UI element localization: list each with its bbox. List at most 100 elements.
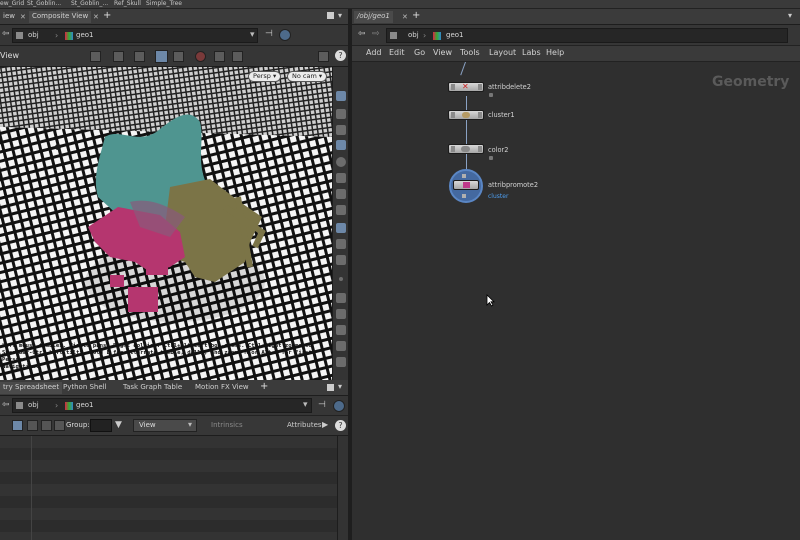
- dropdown-arrow-icon[interactable]: ▾: [303, 400, 308, 410]
- node-attribpromote2[interactable]: [449, 169, 483, 203]
- path-geo1[interactable]: geo1: [76, 401, 94, 409]
- node-label[interactable]: color2: [488, 146, 508, 154]
- pin-icon[interactable]: ⊣: [265, 29, 273, 39]
- transform-tool-icon[interactable]: [113, 51, 124, 62]
- camera-icon[interactable]: [232, 51, 243, 62]
- vertical-scrollbar[interactable]: [337, 436, 348, 540]
- link-icon[interactable]: [279, 29, 291, 41]
- shelf-tab[interactable]: Simple_Tree: [146, 0, 182, 7]
- detail-mode-icon[interactable]: [54, 420, 65, 431]
- node-label[interactable]: attribdelete2: [488, 83, 531, 91]
- pane-options-icon[interactable]: ▾: [338, 11, 342, 20]
- tab-scene-view[interactable]: iew: [0, 11, 18, 23]
- shelf-tab[interactable]: St_Goblin_...: [71, 0, 108, 7]
- number-icon[interactable]: [336, 325, 346, 335]
- point-icon[interactable]: [339, 277, 343, 281]
- pane-options-icon[interactable]: ▾: [788, 11, 792, 20]
- group-field[interactable]: [90, 419, 112, 432]
- lock-icon[interactable]: [336, 125, 346, 135]
- help-icon[interactable]: ?: [335, 420, 346, 431]
- shelf-tab[interactable]: Ref_Skull: [114, 0, 141, 7]
- menu-tools[interactable]: Tools: [460, 48, 480, 57]
- record-icon[interactable]: [195, 51, 206, 62]
- back-arrow-icon[interactable]: ⇦: [2, 29, 10, 39]
- path-obj[interactable]: obj: [408, 31, 419, 39]
- pane-menu-icon[interactable]: [327, 384, 334, 391]
- ghost-icon[interactable]: [336, 140, 346, 150]
- menu-view[interactable]: View: [433, 48, 452, 57]
- link-icon[interactable]: [333, 400, 345, 412]
- menu-edit[interactable]: Edit: [389, 48, 405, 57]
- node-attribdelete2[interactable]: ✕: [448, 82, 484, 92]
- close-icon[interactable]: ✕: [93, 13, 99, 21]
- audio-icon[interactable]: [336, 341, 346, 351]
- perspective-menu[interactable]: Persp ▾: [248, 71, 282, 82]
- path-field[interactable]: obj › geo1 ▾: [12, 398, 312, 413]
- select-tool-icon[interactable]: [90, 51, 101, 62]
- tab-composite-view[interactable]: Composite View: [29, 11, 92, 23]
- tab-python-shell[interactable]: Python Shell: [60, 382, 110, 394]
- tab-network-path[interactable]: /obj/geo1: [354, 11, 393, 23]
- close-icon[interactable]: ✕: [20, 13, 26, 21]
- display-mode-icon[interactable]: [336, 223, 346, 233]
- pin-icon[interactable]: ⊣: [318, 400, 326, 410]
- cam-lock-icon[interactable]: [336, 205, 346, 215]
- spreadsheet-table[interactable]: [0, 436, 348, 540]
- node-color2[interactable]: [448, 144, 484, 154]
- tab-geometry-spreadsheet[interactable]: try Spreadsheet: [0, 382, 63, 394]
- rotate-tool-icon[interactable]: [134, 51, 145, 62]
- shelf-tab[interactable]: ew_Grid: [0, 0, 24, 7]
- pane-menu-icon[interactable]: [327, 12, 334, 19]
- vector-icon[interactable]: [336, 309, 346, 319]
- overlay-icon[interactable]: [336, 255, 346, 265]
- menu-go[interactable]: Go: [414, 48, 425, 57]
- sphere-icon[interactable]: [336, 157, 346, 167]
- forward-arrow-icon[interactable]: ⇨: [372, 29, 380, 39]
- tab-task-graph-table[interactable]: Task Graph Table: [120, 382, 185, 394]
- background-icon[interactable]: [336, 239, 346, 249]
- node-cluster1[interactable]: [448, 110, 484, 120]
- menu-layout[interactable]: Layout: [489, 48, 516, 57]
- close-icon[interactable]: ✕: [402, 13, 408, 21]
- dropdown-arrow-icon[interactable]: ▾: [250, 30, 255, 40]
- shading-icon[interactable]: [336, 91, 346, 101]
- node-label[interactable]: attribpromote2: [488, 181, 538, 189]
- view-dropdown[interactable]: View ▾: [133, 419, 197, 432]
- camera-menu[interactable]: No cam ▾: [287, 71, 328, 82]
- normal-icon[interactable]: [336, 293, 346, 303]
- path-obj[interactable]: obj: [28, 31, 39, 39]
- filter-icon[interactable]: ▼: [115, 420, 122, 430]
- display-options-icon[interactable]: [318, 51, 329, 62]
- network-editor[interactable]: Geometry ✕ attribdelete2 cluster1 color2: [352, 62, 800, 540]
- column-divider[interactable]: [31, 436, 32, 540]
- light-icon[interactable]: [336, 173, 346, 183]
- shelf-tab[interactable]: St_Goblin...: [27, 0, 61, 7]
- menu-labs[interactable]: Labs: [522, 48, 541, 57]
- wireframe-icon[interactable]: [336, 109, 346, 119]
- add-tab-icon[interactable]: +: [260, 381, 268, 392]
- attributes-toggle[interactable]: Attributes: [287, 421, 322, 429]
- path-geo1[interactable]: geo1: [446, 31, 464, 39]
- prims-mode-icon[interactable]: [27, 420, 38, 431]
- tab-motion-fx-view[interactable]: Motion FX View: [192, 382, 252, 394]
- path-obj[interactable]: obj: [28, 401, 39, 409]
- pane-options-icon[interactable]: ▾: [338, 382, 342, 391]
- bulb-icon[interactable]: [336, 189, 346, 199]
- add-tab-icon[interactable]: +: [103, 10, 111, 21]
- handle-tool-icon[interactable]: [173, 51, 184, 62]
- vertices-mode-icon[interactable]: [41, 420, 52, 431]
- menu-add[interactable]: Add: [366, 48, 382, 57]
- snap-icon[interactable]: [214, 51, 225, 62]
- help-icon[interactable]: ?: [335, 50, 346, 61]
- back-arrow-icon[interactable]: ⇦: [2, 400, 10, 410]
- points-mode-icon[interactable]: [12, 420, 23, 431]
- path-field[interactable]: obj › geo1: [386, 28, 788, 43]
- view-tool-icon[interactable]: [155, 50, 168, 63]
- intrinsics-toggle[interactable]: Intrinsics: [211, 421, 243, 429]
- scene-viewport[interactable]: Persp ▾ No cam ▾ Left mouse tumbles. Mid…: [0, 67, 332, 380]
- back-arrow-icon[interactable]: ⇦: [358, 29, 366, 39]
- menu-help[interactable]: Help: [546, 48, 564, 57]
- node-label[interactable]: cluster1: [488, 111, 515, 119]
- path-field[interactable]: obj › geo1 ▾: [12, 28, 258, 43]
- path-geo1[interactable]: geo1: [76, 31, 94, 39]
